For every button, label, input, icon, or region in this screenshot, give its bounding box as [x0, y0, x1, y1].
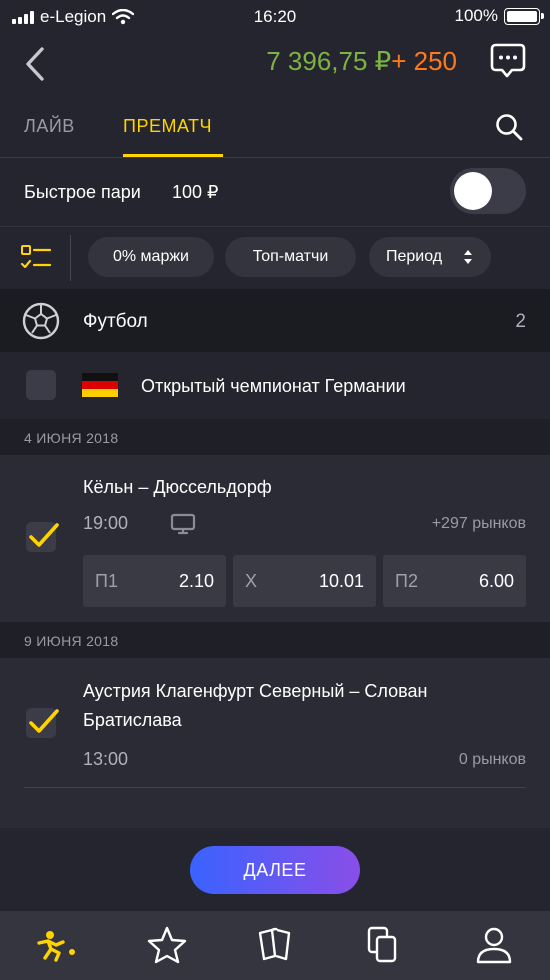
quick-bet-toggle[interactable]	[450, 168, 526, 214]
date-header: 4 ИЮНЯ 2018	[0, 419, 550, 455]
chip-period[interactable]: Период	[369, 237, 491, 277]
match-title-line2: Братислава	[83, 710, 182, 730]
league-row[interactable]: Открытый чемпионат Германии	[0, 352, 550, 419]
back-button[interactable]	[20, 44, 50, 84]
match-title: Кёльн – Дюссельдорф	[83, 477, 272, 497]
cards-icon[interactable]	[256, 925, 296, 965]
sport-row-football[interactable]: Футбол 2	[0, 289, 550, 352]
checklist-icon	[20, 245, 52, 269]
search-button[interactable]	[494, 112, 524, 142]
match-time: 13:00	[83, 749, 129, 769]
battery-percent: 100%	[454, 6, 498, 25]
mode-tabs: ЛАЙВ ПРЕМАТЧ	[0, 96, 550, 158]
odd-key: X	[245, 571, 258, 591]
chip-period-label: Период	[386, 248, 443, 265]
odds-row: П1 2.10 X 10.01 П2 6.00	[83, 555, 526, 607]
date-header: 9 ИЮНЯ 2018	[0, 622, 550, 658]
league-checkbox[interactable]	[26, 370, 56, 400]
quick-bet-label: Быстрое пари	[24, 182, 141, 202]
chat-button[interactable]	[490, 42, 526, 80]
odd-button-x[interactable]: X 10.01	[233, 555, 376, 607]
quick-bet-row: Быстрое пари 100 ₽	[0, 158, 550, 226]
coupons-icon[interactable]	[364, 925, 404, 965]
quick-bet-amount[interactable]: 100 ₽	[172, 182, 219, 203]
match-card[interactable]: Кёльн – Дюссельдорф 19:00 +297 рынков П1…	[0, 455, 550, 622]
odd-value: 10.01	[318, 571, 364, 591]
profile-icon[interactable]	[474, 925, 514, 965]
broadcast-icon	[170, 513, 196, 535]
odd-key: П1	[95, 571, 118, 591]
football-icon	[22, 302, 60, 340]
germany-flag-icon	[82, 373, 118, 397]
match-title-line1: Аустрия Клагенфурт Северный – Слован	[83, 681, 428, 701]
battery-status: 100%	[454, 6, 544, 26]
sport-name: Футбол	[83, 311, 148, 332]
match-checkbox[interactable]	[26, 522, 59, 552]
match-checkbox[interactable]	[26, 708, 59, 738]
next-button[interactable]: ДАЛЕЕ	[190, 846, 360, 894]
markets-count[interactable]: 0 рынков	[459, 751, 526, 769]
star-icon[interactable]	[147, 925, 187, 965]
date-label: 9 ИЮНЯ 2018	[24, 633, 119, 649]
header: 7 396,75 ₽+ 250	[0, 34, 550, 96]
odd-key: П2	[395, 571, 418, 591]
bottom-tabbar	[0, 911, 550, 980]
toggle-knob	[454, 172, 492, 210]
sport-count: 2	[515, 311, 526, 332]
odd-value: 2.10	[178, 571, 214, 591]
tab-prematch[interactable]: ПРЕМАТЧ	[123, 116, 212, 137]
checkmark-icon	[29, 709, 59, 733]
sports-icon[interactable]	[36, 925, 76, 965]
balance-bonus: + 250	[391, 46, 457, 76]
markets-count[interactable]: +297 рынков	[432, 515, 526, 533]
filter-list-button[interactable]	[20, 241, 52, 273]
battery-icon	[504, 7, 544, 25]
chat-icon	[490, 43, 526, 78]
tab-live[interactable]: ЛАЙВ	[24, 116, 75, 137]
chevron-left-icon	[26, 47, 44, 81]
active-tab-indicator	[123, 154, 223, 157]
status-bar: e-Legion 16:20 100%	[0, 0, 550, 34]
checkmark-icon	[29, 523, 59, 547]
chip-zero-margin[interactable]: 0% маржи	[88, 237, 214, 277]
divider	[24, 787, 526, 788]
search-icon	[496, 114, 523, 141]
date-label: 4 ИЮНЯ 2018	[24, 430, 119, 446]
balance-main: 7 396,75 ₽	[266, 46, 392, 76]
sort-arrows-icon	[464, 250, 472, 264]
filters-bar: 0% маржи Топ-матчи Период	[0, 226, 550, 288]
odd-button-p2[interactable]: П2 6.00	[383, 555, 526, 607]
odd-value: 6.00	[478, 571, 514, 591]
balance[interactable]: 7 396,75 ₽+ 250	[266, 46, 457, 77]
odd-button-p1[interactable]: П1 2.10	[83, 555, 226, 607]
filter-divider	[70, 235, 71, 281]
bottom-action-area: ДАЛЕЕ	[0, 828, 550, 911]
league-name: Открытый чемпионат Германии	[141, 376, 406, 396]
chip-top-matches[interactable]: Топ-матчи	[225, 237, 356, 277]
match-time: 19:00	[83, 513, 129, 533]
match-card[interactable]: Аустрия Клагенфурт Северный – Слован Бра…	[0, 658, 550, 828]
